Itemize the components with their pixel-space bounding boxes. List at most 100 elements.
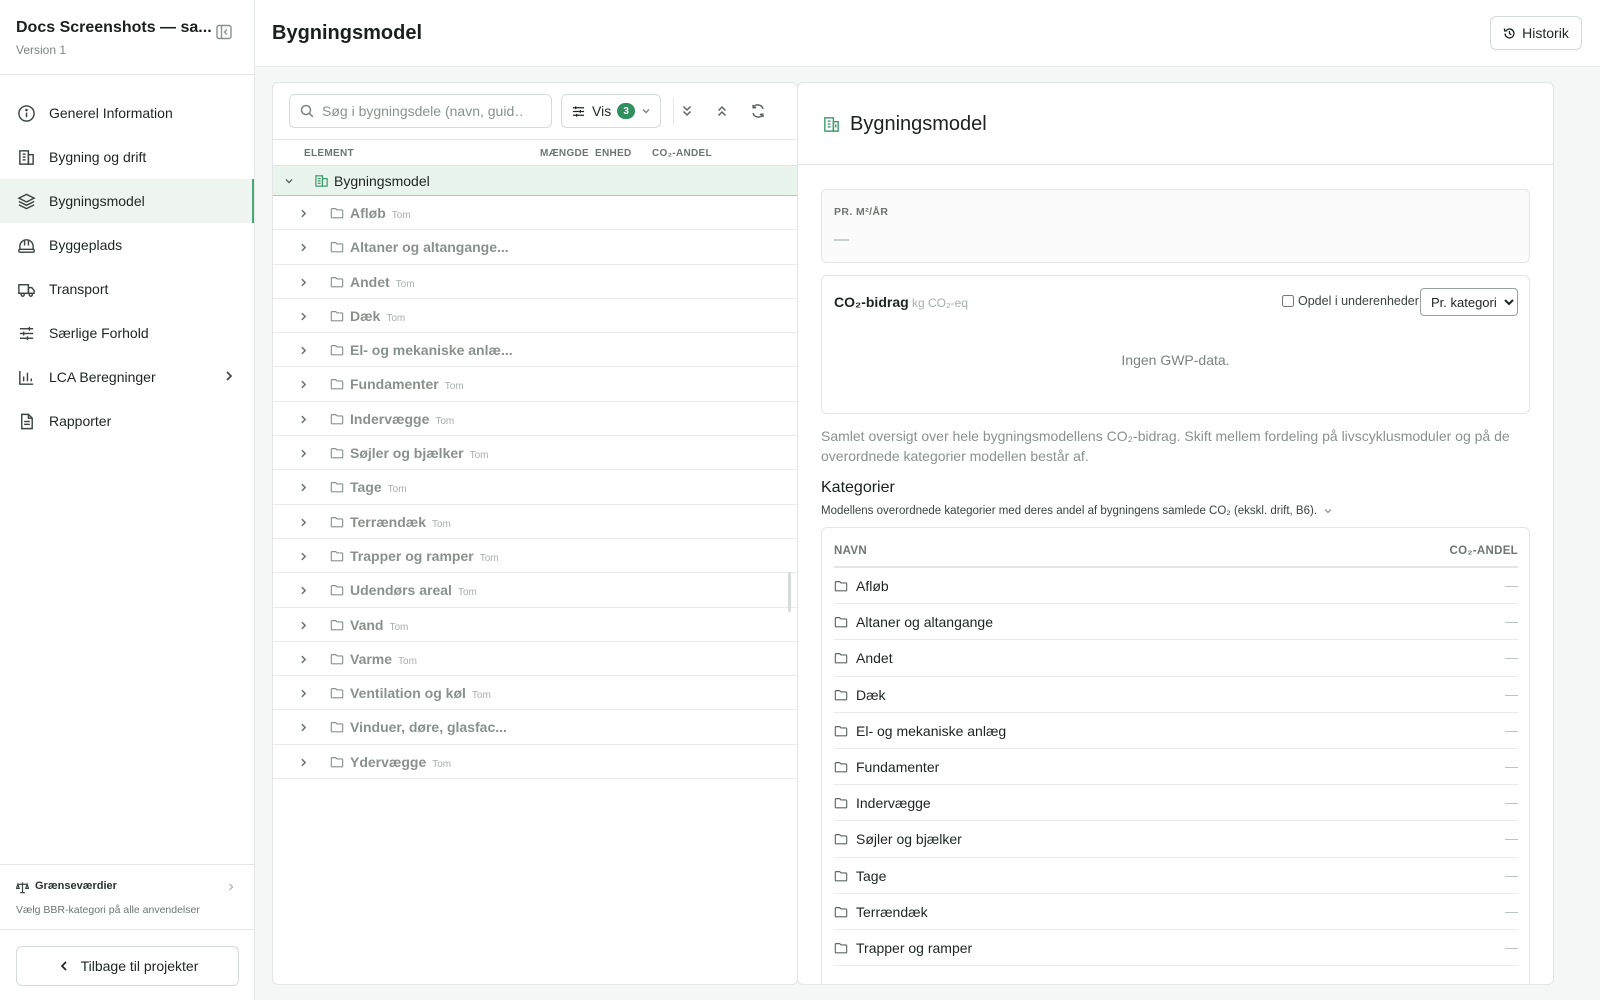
categories-table: NAVN CO₂-ANDEL Afløb — Altaner og altangan… <box>821 527 1530 984</box>
chevron-right-icon[interactable] <box>298 414 309 425</box>
categories-title: Kategorier <box>821 479 895 496</box>
split-subunits-toggle[interactable]: Opdel i underenheder <box>1282 294 1419 308</box>
history-button[interactable]: Historik <box>1490 16 1582 50</box>
folder-icon <box>834 579 848 593</box>
tree-row[interactable]: Varme Tom <box>273 642 797 677</box>
tree-row[interactable]: Søjler og bjælker Tom <box>273 436 797 471</box>
chevron-right-icon[interactable] <box>298 208 309 219</box>
chevron-right-icon[interactable] <box>298 242 309 253</box>
empty-tag: Tom <box>432 758 452 770</box>
category-row[interactable]: Tage — <box>834 858 1518 894</box>
tree-root-row[interactable]: Bygningsmodel <box>273 166 797 196</box>
folder-icon <box>330 412 344 426</box>
category-co2-share: — <box>1505 867 1518 883</box>
chevron-right-icon[interactable] <box>298 345 309 356</box>
nav-item-label: Byggeplads <box>49 237 123 253</box>
split-subunits-checkbox[interactable] <box>1282 295 1294 307</box>
tree-row[interactable]: Afløb Tom <box>273 196 797 231</box>
chevron-right-icon[interactable] <box>298 379 309 390</box>
vis-filter-button[interactable]: Vis 3 <box>561 94 661 128</box>
nav-item-generel-information[interactable]: Generel Information <box>0 91 254 135</box>
toolbar-divider <box>673 98 674 125</box>
empty-state-text: Ingen GWP-data. <box>1121 352 1230 368</box>
tree-row-name: Indervægge <box>350 410 430 427</box>
categories-subtitle[interactable]: Modellens overordnede kategorier med der… <box>821 505 1333 517</box>
category-row[interactable]: Dæk — <box>834 677 1518 713</box>
category-row[interactable]: Afløb — <box>834 568 1518 605</box>
chevron-right-icon[interactable] <box>298 311 309 322</box>
tree-row[interactable]: Altaner og altangange... <box>273 230 797 265</box>
tree-row[interactable]: Vinduer, døre, glasfac... <box>273 710 797 745</box>
category-row[interactable]: Søjler og bjælker — <box>834 821 1518 858</box>
grouping-select[interactable]: Pr. kategori <box>1420 288 1518 316</box>
per-m2-year-label: PR. M²/ÅR <box>834 206 889 218</box>
category-row[interactable]: Trapper og ramper — <box>834 930 1518 967</box>
tree-row[interactable]: El- og mekaniske anlæ... <box>273 333 797 368</box>
category-co2-share: — <box>1505 758 1518 774</box>
nav-item-saerlige-forhold[interactable]: Særlige Forhold <box>0 311 254 355</box>
folder-icon <box>330 309 344 323</box>
column-header-unit: ENHED <box>595 148 632 159</box>
tree-row[interactable]: Ventilation og køl Tom <box>273 676 797 711</box>
back-button-label: Tilbage til projekter <box>80 958 199 974</box>
nav-item-bygning-og-drift[interactable]: Bygning og drift <box>0 135 254 179</box>
tree-row[interactable]: Indervægge Tom <box>273 402 797 437</box>
chevron-right-icon[interactable] <box>298 277 309 288</box>
tree-root-label: Bygningsmodel <box>334 173 430 189</box>
category-row[interactable]: Terrændæk — <box>834 894 1518 930</box>
nav-item-rapporter[interactable]: Rapporter <box>0 399 254 443</box>
chevron-right-icon[interactable] <box>298 620 309 631</box>
tree-row[interactable]: Andet Tom <box>273 265 797 299</box>
tree-row[interactable]: Fundamenter Tom <box>273 367 797 402</box>
expand-all-icon[interactable] <box>678 102 696 120</box>
tree-row[interactable]: Vand Tom <box>273 608 797 642</box>
category-row[interactable]: Indervægge — <box>834 785 1518 822</box>
tree-row[interactable]: Dæk Tom <box>273 299 797 334</box>
category-co2-share: — <box>1505 686 1518 702</box>
tree-column-headers: ELEMENT MÆNGDE ENHED CO₂-ANDEL <box>273 140 797 166</box>
refresh-icon[interactable] <box>749 102 767 120</box>
empty-tag: Tom <box>387 484 407 496</box>
panel-resize-handle[interactable] <box>788 572 791 612</box>
nav-item-label: Særlige Forhold <box>49 325 149 341</box>
category-row[interactable]: El- og mekaniske anlæg — <box>834 713 1518 749</box>
chevron-right-icon[interactable] <box>298 517 309 528</box>
limits-section[interactable]: Grænseværdier Vælg BBR-kategori på alle … <box>0 864 254 930</box>
category-row[interactable]: Altaner og altangange — <box>834 604 1518 641</box>
chevron-right-icon[interactable] <box>298 585 309 596</box>
category-name: Indervægge <box>856 795 931 812</box>
category-co2-share: — <box>1505 795 1518 811</box>
chevron-right-icon[interactable] <box>298 757 309 768</box>
search-field[interactable] <box>289 94 552 128</box>
tree-row[interactable]: Tage Tom <box>273 470 797 505</box>
nav-item-transport[interactable]: Transport <box>0 267 254 311</box>
nav-item-bygningsmodel[interactable]: Bygningsmodel <box>0 179 254 223</box>
tree-row-name: Tage <box>350 479 382 496</box>
chevron-right-icon[interactable] <box>298 688 309 699</box>
collapse-all-icon[interactable] <box>713 102 731 120</box>
folder-icon <box>330 240 344 254</box>
chevron-right-icon[interactable] <box>298 722 309 733</box>
folder-icon <box>330 343 344 357</box>
chevron-right-icon[interactable] <box>298 551 309 562</box>
search-input[interactable] <box>322 103 522 119</box>
tree-row[interactable]: Terrændæk Tom <box>273 505 797 539</box>
co2-contribution-title: CO₂-bidrag <box>834 294 909 310</box>
tree-row[interactable]: Ydervægge Tom <box>273 745 797 780</box>
info-icon <box>17 104 36 123</box>
category-row[interactable]: Andet — <box>834 640 1518 677</box>
tree-row-name: Vinduer, døre, glasfac... <box>350 719 507 736</box>
tree-row[interactable]: Udendørs areal Tom <box>273 573 797 608</box>
tree-rows: Bygningsmodel Afløb Tom Altaner og altanga… <box>273 166 797 780</box>
chevron-right-icon[interactable] <box>298 654 309 665</box>
chevron-right-icon[interactable] <box>298 448 309 459</box>
nav-item-byggeplads[interactable]: Byggeplads <box>0 223 254 267</box>
chevron-down-icon[interactable] <box>284 176 294 186</box>
back-to-projects-button[interactable]: Tilbage til projekter <box>16 946 239 986</box>
nav-item-lca-beregninger[interactable]: LCA Beregninger <box>0 355 254 399</box>
tree-row[interactable]: Trapper og ramper Tom <box>273 539 797 574</box>
chevron-right-icon[interactable] <box>298 482 309 493</box>
category-row[interactable]: Fundamenter — <box>834 749 1518 786</box>
sidebar-collapse-icon[interactable] <box>214 22 234 42</box>
tree-row-name: Ventilation og køl <box>350 685 466 702</box>
